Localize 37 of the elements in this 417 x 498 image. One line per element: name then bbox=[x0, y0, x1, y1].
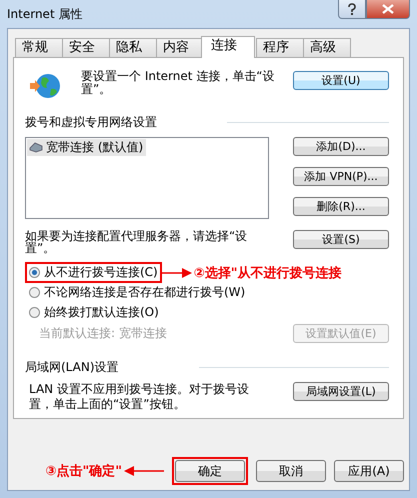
setup-button[interactable]: 设置(U) bbox=[293, 71, 389, 90]
globe-icon bbox=[29, 72, 61, 100]
tab[interactable]: 内容 bbox=[156, 38, 204, 57]
help-button[interactable] bbox=[338, 0, 366, 19]
tab[interactable]: 连接 bbox=[201, 36, 255, 58]
lan-settings-button[interactable]: 局域网设置(L) bbox=[293, 382, 389, 401]
setup-instruction: 要设置一个 Internet 连接，单击“设置”。 bbox=[81, 70, 276, 96]
dialog-button[interactable]: 取消 bbox=[256, 460, 326, 482]
dialup-button[interactable]: 添加(D)... bbox=[293, 137, 389, 156]
tab[interactable]: 安全 bbox=[62, 38, 110, 57]
tab[interactable]: 隐私 bbox=[109, 38, 157, 57]
annotation-text: ③点击"确定" bbox=[45, 462, 122, 480]
tab[interactable]: 程序 bbox=[256, 38, 304, 57]
dialog-button[interactable]: 确定 bbox=[175, 460, 245, 482]
help-icon bbox=[347, 3, 357, 15]
annotation-text: ②选择"从不进行拨号连接 bbox=[194, 264, 342, 282]
tab[interactable]: 高级 bbox=[303, 38, 351, 57]
current-default-label: 当前默认连接: 宽带连接 bbox=[39, 325, 167, 342]
arrow-icon bbox=[124, 466, 164, 476]
section-heading: 局域网(LAN)设置 bbox=[25, 359, 119, 376]
close-icon bbox=[382, 4, 394, 14]
proxy-settings-button[interactable]: 设置(S) bbox=[293, 230, 389, 249]
tab[interactable]: 常规 bbox=[15, 38, 63, 57]
arrow-icon bbox=[162, 268, 192, 278]
close-button[interactable] bbox=[366, 0, 410, 19]
section-heading: 拨号和虚拟专用网络设置 bbox=[25, 114, 157, 131]
radio-option[interactable]: 始终拨打默认连接(O) bbox=[25, 302, 163, 323]
proxy-instruction: 如果要为连接配置代理服务器，请选择“设置”。 bbox=[25, 230, 248, 254]
dialup-button[interactable]: 删除(R)... bbox=[293, 197, 389, 216]
radio-option[interactable]: 不论网络连接是否存在都进行拨号(W) bbox=[25, 282, 250, 303]
connection-item[interactable]: 宽带连接 (默认值) bbox=[27, 139, 146, 156]
dialog-button[interactable]: 应用(A) bbox=[334, 460, 404, 482]
radio-option[interactable]: 从不进行拨号连接(C) bbox=[25, 262, 162, 283]
window-title: Internet 属性 bbox=[7, 6, 82, 23]
lan-description: LAN 设置不应用到拨号连接。对于拨号设置，单击上面的“设置”按钮。 bbox=[28, 382, 250, 412]
dialup-button[interactable]: 添加 VPN(P)... bbox=[293, 167, 389, 186]
modem-icon bbox=[29, 142, 43, 153]
